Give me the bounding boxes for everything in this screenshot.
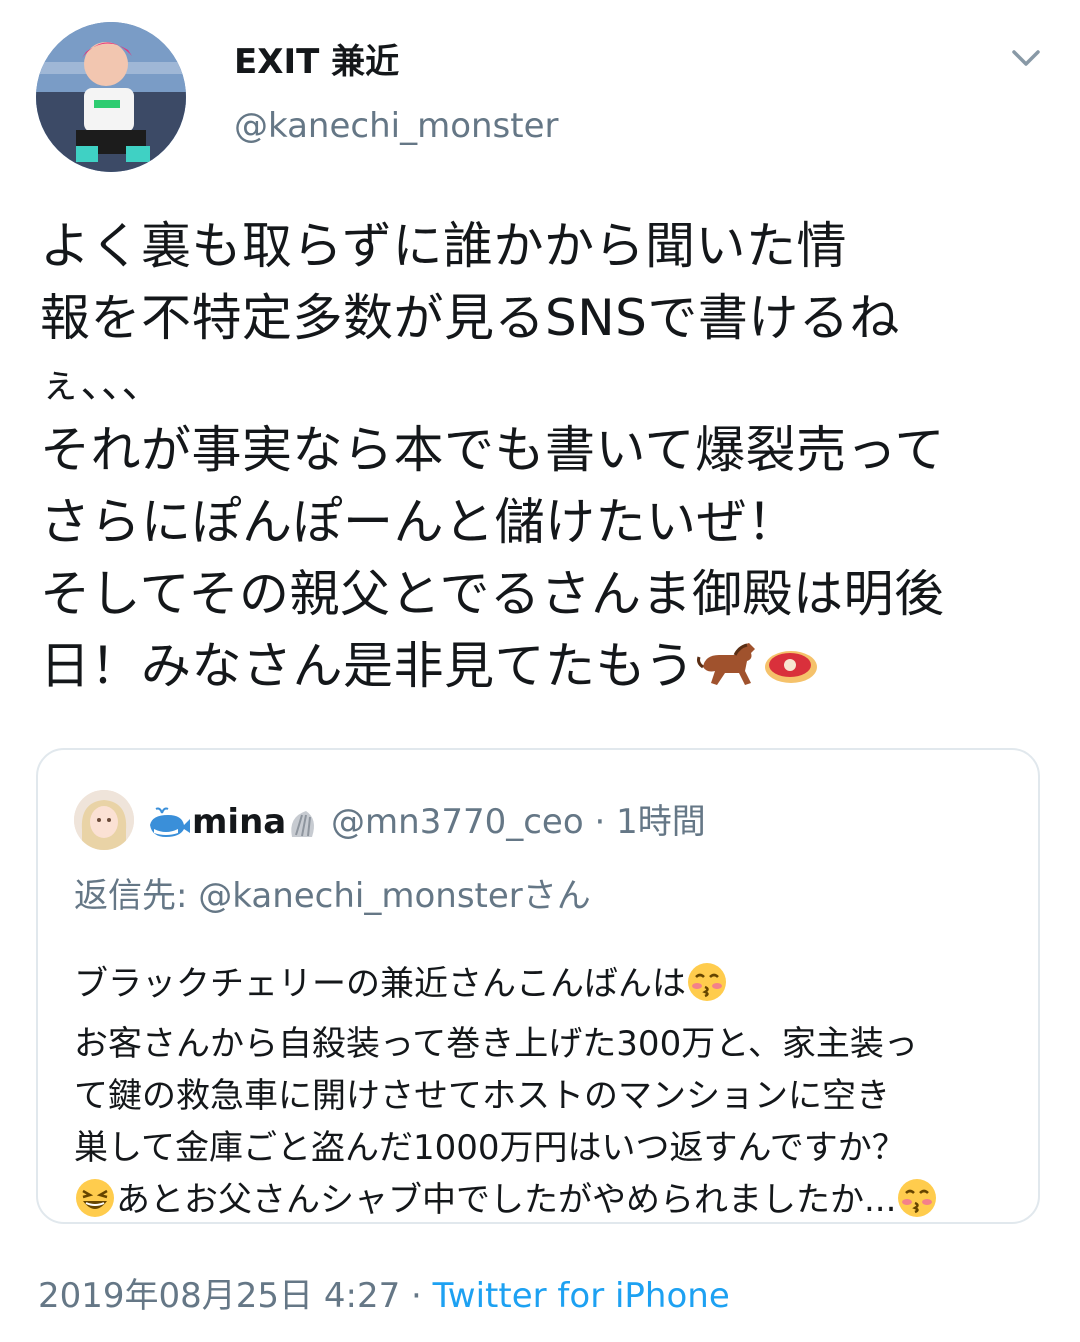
tweet-line: そしてその親父とでるさんま御殿は明後 <box>40 565 945 623</box>
shell-icon <box>286 807 320 850</box>
quoted-display-name[interactable]: mina <box>192 802 286 842</box>
quoted-body: ブラックチェリーの兼近さんこんばんは お客さんから自殺装って巻き上げた300万と… <box>74 958 1034 1234</box>
author-display-name[interactable]: EXIT 兼近 <box>234 34 399 83</box>
tweet-footer: 2019年08月25日 4:27 · Twitter for iPhone <box>38 1268 730 1317</box>
author-avatar[interactable] <box>36 22 186 172</box>
whale-icon <box>148 807 192 850</box>
tweet-header: EXIT 兼近 @kanechi_monster <box>36 22 1046 172</box>
tweet-line: 日！みなさん是非見てたもう <box>40 637 695 695</box>
quoted-time: 1時間 <box>616 802 706 842</box>
tweet-line-last: 日！みなさん是非見てたもう <box>40 630 1050 710</box>
author-handle[interactable]: @kanechi_monster <box>234 106 559 146</box>
tweet-line: それが事実なら本でも書いて爆裂売って <box>40 421 945 479</box>
tweet-timestamp[interactable]: 2019年08月25日 4:27 <box>38 1276 400 1316</box>
chevron-down-icon[interactable] <box>1006 38 1046 78</box>
quoted-header: mina @mn3770_ceo · 1時間 <box>148 794 706 846</box>
horse-emoji <box>695 637 759 710</box>
quoted-line: ブラックチェリーの兼近さんこんばんは <box>74 958 1034 1018</box>
quoted-line-text: あとお父さんシャブ中でしたがやめられましたか... <box>116 1180 897 1220</box>
tweet-line: よく裏も取らずに誰かから聞いた情 <box>40 217 847 275</box>
laughing-face-emoji <box>74 1177 116 1234</box>
tweet-source-link[interactable]: Twitter for iPhone <box>433 1276 730 1316</box>
quoted-line: お客さんから自殺装って巻き上げた300万と、家主装っ <box>74 1024 918 1064</box>
quoted-author-avatar <box>74 790 134 850</box>
footer-separator: · <box>400 1276 433 1316</box>
reply-suffix: さん <box>522 876 591 916</box>
reply-to-handle[interactable]: @kanechi_monster <box>198 876 523 916</box>
meat-emoji <box>759 637 823 710</box>
quoted-line: あとお父さんシャブ中でしたがやめられましたか... <box>74 1174 1034 1234</box>
quoted-line: て鍵の救急車に開けさせてホストのマンションに空き <box>74 1076 890 1116</box>
quoted-tweet-card[interactable]: mina @mn3770_ceo · 1時間 返信先: @kanechi_mon… <box>36 748 1040 1224</box>
tweet-text: よく裏も取らずに誰かから聞いた情 報を不特定多数が見るSNSで書けるね ぇ、、、… <box>40 210 1050 710</box>
quoted-line: 巣して金庫ごと盗んだ1000万円はいつ返すんですか？ <box>74 1128 906 1168</box>
quoted-handle[interactable]: @mn3770_ceo <box>331 802 584 842</box>
reply-prefix: 返信先: <box>74 876 199 916</box>
reply-to-line: 返信先: @kanechi_monsterさん <box>74 868 591 917</box>
separator-dot: · <box>594 802 606 842</box>
kissing-face-emoji <box>686 961 728 1018</box>
quoted-line-text: ブラックチェリーの兼近さんこんばんは <box>74 964 686 1004</box>
tweet-line: ぇ、、、 <box>40 361 162 407</box>
tweet-line: 報を不特定多数が見るSNSで書けるね <box>40 289 900 347</box>
tweet-line: さらにぽんぽーんと儲けたいぜ！ <box>40 493 798 551</box>
kissing-face-emoji <box>896 1177 938 1234</box>
